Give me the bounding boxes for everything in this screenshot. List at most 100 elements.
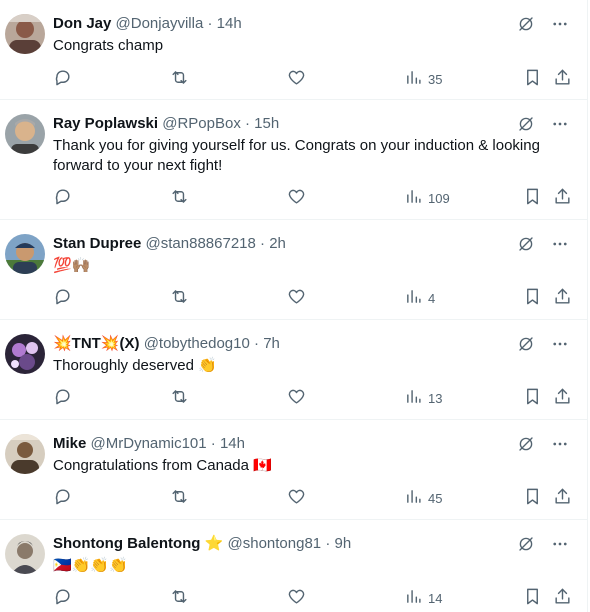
timestamp[interactable]: 14h	[220, 435, 245, 452]
timestamp[interactable]: 2h	[269, 235, 286, 252]
reply-icon	[53, 387, 72, 409]
user-handle[interactable]: @Donjayvilla	[116, 15, 204, 32]
tweet-actions: 13	[53, 387, 573, 409]
reply-icon	[53, 68, 72, 90]
like-button[interactable]	[287, 187, 306, 209]
retweet-button[interactable]	[170, 287, 189, 309]
timestamp[interactable]: 14h	[217, 15, 242, 32]
user-handle[interactable]: @stan88867218	[146, 235, 256, 252]
share-button[interactable]	[553, 487, 572, 509]
tweet[interactable]: Shontong Balentong ⭐ @shontong81 · 9h 🇵🇭…	[0, 520, 587, 612]
tweet-header: Ray Poplawski @RPopBox · 15h	[53, 114, 279, 134]
avatar[interactable]	[5, 14, 45, 54]
tweet-actions: 4	[53, 287, 573, 309]
timestamp[interactable]: 15h	[254, 115, 279, 132]
avatar[interactable]	[5, 114, 45, 154]
grok-icon[interactable]	[517, 235, 535, 253]
views-button[interactable]: 14	[405, 587, 442, 609]
retweet-button[interactable]	[170, 587, 189, 609]
views-button[interactable]: 4	[405, 287, 435, 309]
tweet[interactable]: Stan Dupree @stan88867218 · 2h 💯🙌🏽 4	[0, 220, 587, 320]
views-button[interactable]: 35	[405, 68, 442, 90]
avatar[interactable]	[5, 534, 45, 574]
retweet-icon	[170, 487, 189, 509]
views-button[interactable]: 45	[405, 487, 442, 509]
tweet[interactable]: Don Jay @Donjayvilla · 14h Congrats cham…	[0, 0, 587, 100]
bookmark-button[interactable]	[523, 487, 542, 509]
user-handle[interactable]: @RPopBox	[162, 115, 241, 132]
bookmark-button[interactable]	[523, 387, 542, 409]
display-name[interactable]: Stan Dupree	[53, 235, 141, 252]
avatar[interactable]	[5, 334, 45, 374]
share-button[interactable]	[553, 68, 572, 90]
tweet-header: Don Jay @Donjayvilla · 14h	[53, 14, 242, 34]
grok-icon[interactable]	[517, 15, 535, 33]
retweet-button[interactable]	[170, 68, 189, 90]
grok-icon[interactable]	[517, 535, 535, 553]
bookmark-button[interactable]	[523, 187, 542, 209]
display-name[interactable]: Ray Poplawski	[53, 115, 158, 132]
like-button[interactable]	[287, 68, 306, 90]
timestamp[interactable]: 7h	[263, 335, 280, 352]
reply-button[interactable]	[53, 187, 72, 209]
separator-dot: ·	[245, 115, 250, 132]
tweet[interactable]: Mike @MrDynamic101 · 14h Congratulations…	[0, 420, 587, 520]
more-icon[interactable]	[551, 115, 569, 133]
bookmark-button[interactable]	[523, 68, 542, 90]
share-icon	[553, 187, 572, 209]
share-button[interactable]	[553, 387, 572, 409]
reply-button[interactable]	[53, 587, 72, 609]
like-button[interactable]	[287, 587, 306, 609]
reply-button[interactable]	[53, 287, 72, 309]
like-button[interactable]	[287, 387, 306, 409]
user-handle[interactable]: @shontong81	[228, 535, 322, 552]
avatar[interactable]	[5, 434, 45, 474]
grok-icon[interactable]	[517, 435, 535, 453]
like-icon	[287, 287, 306, 309]
display-name[interactable]: Shontong Balentong	[53, 535, 200, 552]
reply-button[interactable]	[53, 487, 72, 509]
like-icon	[287, 68, 306, 90]
like-button[interactable]	[287, 487, 306, 509]
bookmark-button[interactable]	[523, 587, 542, 609]
display-name[interactable]: 💥TNT💥(X)	[53, 335, 140, 352]
more-icon[interactable]	[551, 235, 569, 253]
more-icon[interactable]	[551, 535, 569, 553]
grok-icon[interactable]	[517, 335, 535, 353]
display-name[interactable]: Mike	[53, 435, 86, 452]
views-icon	[405, 488, 422, 508]
more-icon[interactable]	[551, 15, 569, 33]
views-count: 4	[428, 290, 436, 306]
retweet-button[interactable]	[170, 487, 189, 509]
like-button[interactable]	[287, 287, 306, 309]
more-icon[interactable]	[551, 435, 569, 453]
share-icon	[553, 387, 572, 409]
views-button[interactable]: 109	[405, 187, 450, 209]
share-button[interactable]	[553, 187, 572, 209]
timestamp[interactable]: 9h	[335, 535, 352, 552]
reply-icon	[53, 287, 72, 309]
star-badge-icon: ⭐	[204, 535, 224, 552]
retweet-button[interactable]	[170, 187, 189, 209]
share-icon	[553, 287, 572, 309]
user-handle[interactable]: @MrDynamic101	[91, 435, 207, 452]
bookmark-button[interactable]	[523, 287, 542, 309]
views-button[interactable]: 13	[405, 387, 442, 409]
share-button[interactable]	[553, 287, 572, 309]
retweet-button[interactable]	[170, 387, 189, 409]
display-name[interactable]: Don Jay	[53, 15, 111, 32]
reply-button[interactable]	[53, 387, 72, 409]
tweet[interactable]: Ray Poplawski @RPopBox · 15h Thank you f…	[0, 100, 587, 220]
tweet[interactable]: 💥TNT💥(X) @tobythedog10 · 7h Thoroughly d…	[0, 320, 587, 420]
avatar[interactable]	[5, 234, 45, 274]
reply-button[interactable]	[53, 68, 72, 90]
user-handle[interactable]: @tobythedog10	[144, 335, 250, 352]
tweet-header: 💥TNT💥(X) @tobythedog10 · 7h	[53, 334, 280, 354]
separator-dot: ·	[325, 535, 331, 552]
grok-icon[interactable]	[517, 115, 535, 133]
tweet-text: 🇵🇭👏👏👏	[53, 557, 128, 574]
tweet-actions: 109	[53, 187, 573, 209]
more-icon[interactable]	[551, 335, 569, 353]
like-icon	[287, 587, 306, 609]
share-button[interactable]	[553, 587, 572, 609]
